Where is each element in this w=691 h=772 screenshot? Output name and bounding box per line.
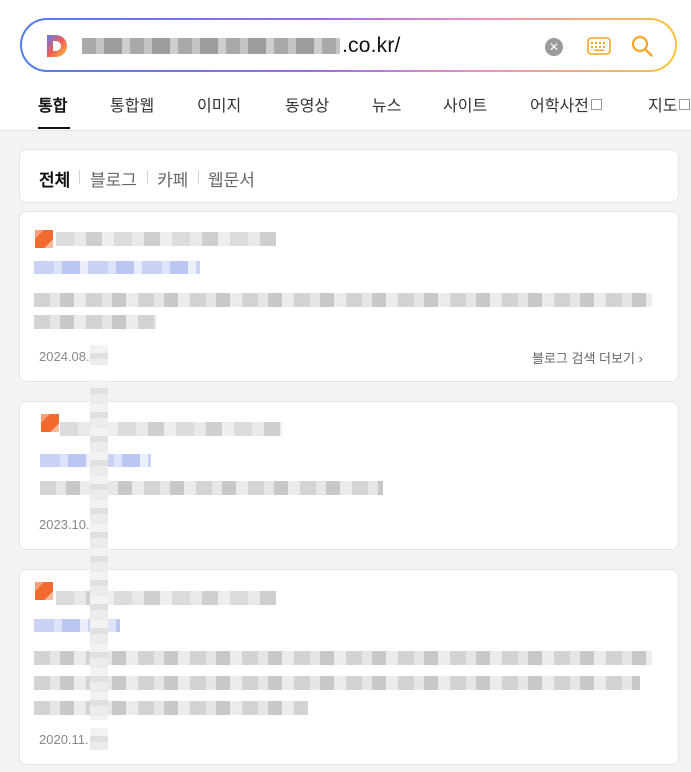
tab-integrated-web[interactable]: 통합웹 (110, 92, 154, 116)
redaction-strip (90, 345, 108, 365)
tab-sites[interactable]: 사이트 (443, 92, 487, 116)
divider (79, 170, 80, 184)
query-redacted (82, 38, 340, 54)
search-result-card: 2020.11. (19, 569, 679, 765)
result-snippet (34, 651, 652, 665)
tab-dictionary[interactable]: 어학사전 (530, 92, 602, 116)
search-result-card: 2023.10. (19, 401, 679, 550)
site-favicon (35, 582, 53, 600)
clear-icon[interactable]: ✕ (545, 38, 563, 56)
tab-news[interactable]: 뉴스 (372, 92, 401, 116)
tab-map-label: 지도 (648, 98, 678, 115)
site-favicon (35, 230, 53, 248)
tab-dictionary-label: 어학사전 (530, 98, 589, 115)
result-snippet (34, 676, 640, 690)
result-date: 2020.11. (39, 732, 89, 747)
more-blog-results-label: 블로그 검색 더보기 (532, 351, 635, 366)
query-suffix: .co.kr/ (342, 34, 401, 57)
source-redacted (56, 232, 276, 246)
filter-web-docs[interactable]: 웹문서 (208, 166, 255, 191)
tab-integrated[interactable]: 통합 (38, 92, 67, 116)
daum-logo[interactable] (44, 33, 70, 59)
result-snippet (34, 701, 308, 715)
divider (198, 170, 199, 184)
search-box[interactable]: .co.kr/ ✕ (20, 18, 677, 72)
search-input[interactable]: .co.kr/ (82, 34, 401, 58)
external-link-icon (590, 99, 602, 110)
site-favicon (41, 414, 59, 432)
search-tabs: 통합 통합웹 이미지 동영상 뉴스 사이트 어학사전 지도 (0, 88, 691, 130)
search-result-card: 2024.08. 블로그 검색 더보기 › (19, 211, 679, 382)
more-blog-results-link[interactable]: 블로그 검색 더보기 › (532, 348, 643, 367)
result-title-link[interactable] (34, 261, 200, 274)
tab-videos[interactable]: 동영상 (285, 92, 329, 116)
result-snippet (34, 293, 652, 307)
filter-blog[interactable]: 블로그 (90, 166, 137, 191)
result-snippet (34, 315, 156, 329)
external-link-icon (679, 99, 691, 110)
divider (147, 170, 148, 184)
filter-cafe[interactable]: 카페 (157, 166, 188, 191)
filter-all[interactable]: 전체 (39, 166, 70, 191)
tab-images[interactable]: 이미지 (197, 92, 241, 116)
active-tab-indicator (38, 127, 70, 129)
redaction-strip (90, 380, 108, 720)
keyboard-icon[interactable] (587, 37, 611, 55)
filter-bar: 전체 블로그 카페 웹문서 (19, 149, 679, 203)
search-icon[interactable] (630, 34, 654, 58)
redaction-strip (90, 728, 108, 750)
result-date: 2024.08. (39, 349, 90, 364)
search-header: .co.kr/ ✕ 통합 통합웹 이미지 동영상 뉴스 사이트 어학사전 지도 (0, 0, 691, 131)
chevron-right-icon: › (638, 351, 643, 366)
source-redacted (56, 591, 276, 605)
tab-map[interactable]: 지도 (648, 92, 691, 116)
result-date: 2023.10. (39, 517, 90, 532)
